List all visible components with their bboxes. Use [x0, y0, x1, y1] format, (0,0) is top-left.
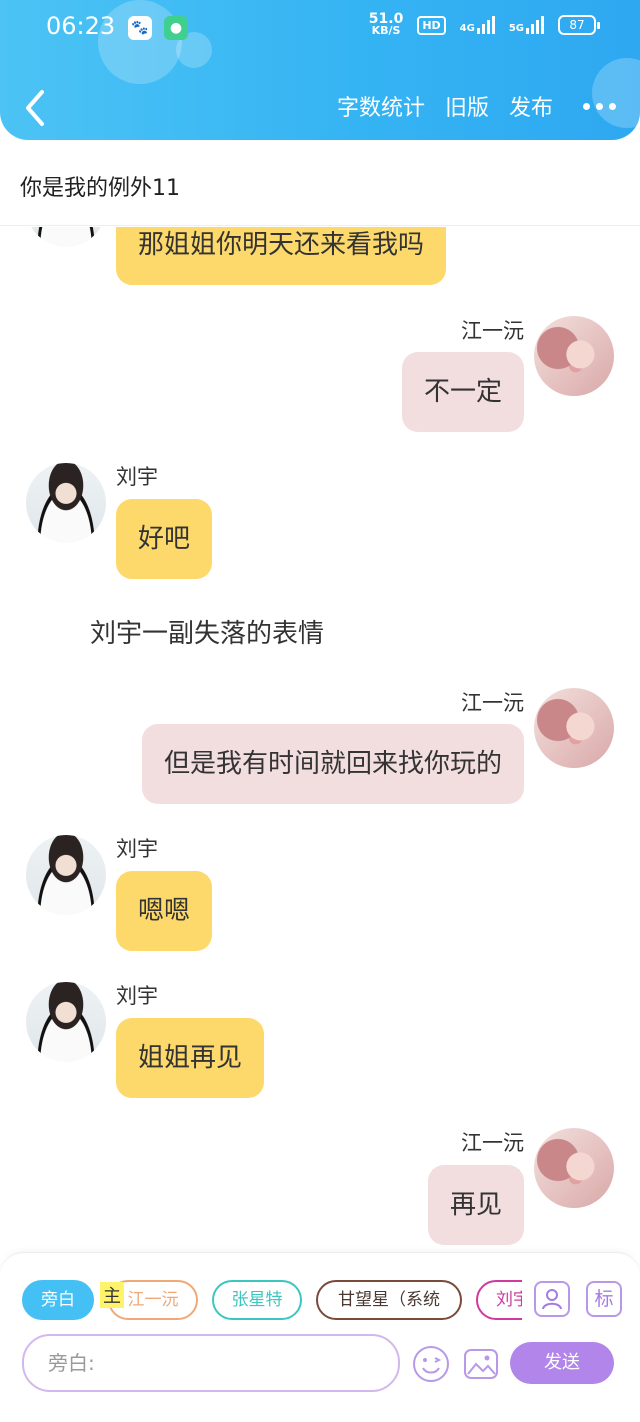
role-chip-liuyu[interactable]: 刘宇: [476, 1280, 522, 1320]
message-bubble[interactable]: 嗯嗯: [116, 871, 213, 951]
message-bubble[interactable]: 不一定: [401, 352, 524, 432]
story-title[interactable]: 你是我的例外11: [0, 150, 640, 226]
more-icon[interactable]: [573, 102, 616, 110]
message-bubble[interactable]: 那姐姐你明天还来看我吗: [116, 227, 447, 285]
status-time: 06:23: [46, 12, 116, 40]
message-app-icon: ●: [164, 16, 188, 40]
avatar-jiangyiyuan[interactable]: [534, 1128, 614, 1208]
top-bar: 06:23 🐾 ● 51.0 KB/S HD 4G 5G 87 字数统计 旧版 …: [0, 0, 640, 140]
send-button[interactable]: 发送: [510, 1342, 614, 1384]
old-version-button[interactable]: 旧版: [445, 90, 489, 122]
avatar-jiangyiyuan[interactable]: [534, 688, 614, 768]
publish-button[interactable]: 发布: [509, 90, 553, 122]
label-icon[interactable]: 标: [586, 1281, 622, 1317]
network-speed: 51.0 KB/S: [368, 11, 404, 37]
speaker-name: 江一沅: [461, 319, 524, 343]
baidu-app-icon: 🐾: [128, 16, 152, 40]
hd-icon: HD: [417, 15, 446, 35]
speaker-name: 刘宇: [116, 837, 158, 861]
message-bubble[interactable]: 但是我有时间就回来找你玩的: [141, 724, 524, 804]
word-count-button[interactable]: 字数统计: [337, 90, 425, 122]
signal-5g-icon: 5G: [509, 16, 544, 34]
speaker-name: 江一沅: [461, 1131, 524, 1155]
speaker-name: 刘宇: [116, 984, 158, 1008]
speaker-name: 刘宇: [116, 465, 158, 489]
message-bubble[interactable]: 姐姐再见: [116, 1018, 265, 1098]
speaker-name: 江一沅: [461, 691, 524, 715]
role-chip-ganwangxing[interactable]: 甘望星（系统: [316, 1280, 462, 1320]
main-role-tag: 主: [100, 1282, 124, 1308]
status-indicators: 51.0 KB/S HD 4G 5G 87: [368, 11, 600, 37]
avatar-jiangyiyuan[interactable]: [534, 316, 614, 396]
add-role-icon[interactable]: [534, 1281, 570, 1317]
chat-editor-screen: 06:23 🐾 ● 51.0 KB/S HD 4G 5G 87 字数统计 旧版 …: [0, 0, 640, 1422]
battery-icon: 87: [558, 15, 600, 35]
role-chip-zhangxingte[interactable]: 张星特: [212, 1280, 302, 1320]
composer-panel: 旁白 江一沅 主 张星特 甘望星（系统 刘宇 标 旁白:: [0, 1252, 640, 1422]
message-input[interactable]: 旁白:: [22, 1334, 400, 1392]
avatar-liuyu[interactable]: [26, 227, 106, 247]
message-bubble[interactable]: 好吧: [116, 499, 213, 579]
message-bubble[interactable]: 再见: [427, 1165, 524, 1245]
emoji-icon[interactable]: [412, 1345, 450, 1383]
narration-text[interactable]: 刘宇一副失落的表情: [90, 613, 324, 650]
back-button[interactable]: [18, 86, 54, 130]
avatar-liuyu[interactable]: [26, 835, 106, 915]
signal-4g-icon: 4G: [460, 16, 495, 34]
image-icon[interactable]: [462, 1345, 500, 1383]
role-chip-narrator[interactable]: 旁白: [22, 1280, 94, 1320]
back-arrow-icon: [26, 90, 44, 126]
chat-area[interactable]: 那姐姐你明天还来看我吗 江一沅 不一定 刘宇 好吧 刘宇一副失落的表情 江一沅 …: [0, 227, 640, 1252]
avatar-liuyu[interactable]: [26, 982, 106, 1062]
role-selector: 旁白 江一沅 主 张星特 甘望星（系统 刘宇: [22, 1280, 522, 1322]
nav-actions: 字数统计 旧版 发布: [337, 90, 616, 122]
avatar-liuyu[interactable]: [26, 463, 106, 543]
